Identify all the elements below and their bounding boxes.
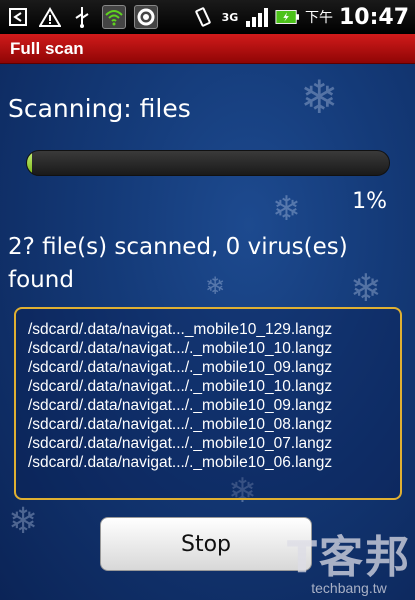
scan-progress-fill [27,151,33,175]
clock-prefix: 下午 [304,10,333,26]
progress-percent: 1% [352,189,387,214]
status-bar: 3G 下午 10:47 [0,0,415,34]
scan-screen: ❄ ❄ ❄ ❄ ❄ ❄ Scanning: files 1% 2? file(s… [0,64,415,600]
snowflake-decoration: ❄ [8,501,39,542]
clock: 10:47 [338,4,409,30]
watermark-logo: T客邦 techbang.tw [286,532,411,597]
list-item: /sdcard/.data/navigat..._mobile10_129.la… [28,321,333,338]
wifi-icon [102,5,126,29]
scan-progress-bar [26,150,390,176]
battery-icon [275,5,299,29]
warning-icon [38,5,62,29]
back-icon [6,5,30,29]
usb-icon [70,5,94,29]
vibrate-icon [191,5,215,29]
list-item: /sdcard/.data/navigat.../._mobile10_09.l… [28,359,333,376]
list-item: /sdcard/.data/navigat.../._mobile10_08.l… [28,416,333,433]
scan-status-label: Scanning: files [8,94,191,123]
scan-summary: 2? file(s) scanned, 0 virus(es) found [8,234,348,293]
watermark-brand: T客邦 [286,532,411,583]
page-title: Full scan [10,38,84,58]
list-item: /sdcard/.data/navigat.../._mobile10_10.l… [28,340,333,357]
3g-icon: 3G [221,10,239,24]
snowflake-decoration: ❄ [272,189,301,229]
scanned-files-list: /sdcard/.data/navigat..._mobile10_129.la… [14,307,402,500]
sync-icon [134,5,158,29]
signal-icon [245,5,269,29]
list-item: /sdcard/.data/navigat.../._mobile10_07.l… [28,435,333,452]
title-bar: Full scan [0,34,415,64]
list-item: /sdcard/.data/navigat.../._mobile10_10.l… [28,378,333,395]
list-item: /sdcard/.data/navigat.../._mobile10_09.l… [28,397,333,414]
list-item: /sdcard/.data/navigat.../._mobile10_06.l… [28,454,333,471]
snowflake-decoration: ❄ [300,70,339,124]
stop-button[interactable]: Stop [100,517,312,571]
